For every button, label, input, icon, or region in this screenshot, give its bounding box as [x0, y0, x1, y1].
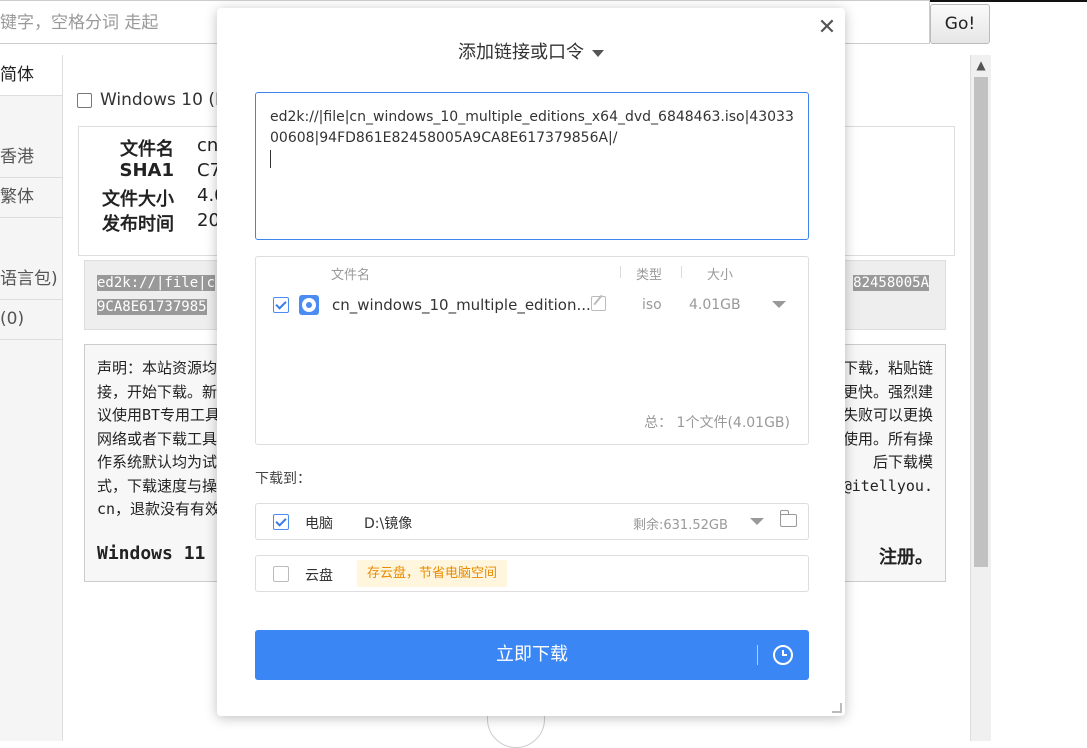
header-separator	[620, 266, 621, 278]
notice-strong-right: 注册。	[879, 547, 933, 568]
go-button[interactable]: Go!	[930, 4, 990, 44]
link-line-1: ed2k://|file|c	[97, 275, 216, 291]
file-type: iso	[642, 297, 662, 313]
folder-icon[interactable]	[779, 510, 797, 527]
nav-item-language-pack[interactable]: 语言包)	[0, 259, 62, 300]
cloud-checkbox[interactable]	[273, 566, 289, 582]
notice-line: 后下载模	[872, 453, 933, 471]
file-checkbox[interactable]	[273, 297, 289, 313]
nav-item-simplified[interactable]: 简体	[0, 55, 62, 96]
info-label-size: 文件大小	[102, 189, 174, 210]
free-space: 剩余:631.52GB	[633, 518, 728, 533]
download-to-label: 下载到：	[255, 471, 311, 487]
file-list: 文件名 类型 大小 cn_windows_10_multiple_edition…	[255, 256, 809, 445]
item-checkbox[interactable]	[77, 92, 92, 108]
link-input[interactable]: ed2k://|file|cn_windows_10_multiple_edit…	[255, 92, 809, 240]
notice-strong-left: Windows 11	[97, 543, 206, 564]
language-sidebar: 简体 香港 繁体 语言包) (0)	[0, 55, 62, 741]
notice-line: 下载，粘贴链	[842, 359, 933, 377]
header-filename: 文件名	[331, 268, 371, 283]
header-separator	[681, 266, 682, 278]
local-checkbox[interactable]	[273, 514, 289, 530]
dialog-title[interactable]: 添加链接或口令	[217, 38, 845, 64]
clock-icon[interactable]	[773, 645, 793, 665]
button-separator	[757, 645, 758, 665]
chevron-down-icon[interactable]	[750, 518, 764, 525]
item-title-row: Windows 10 (M	[77, 90, 230, 110]
file-summary: 总： 1个文件(4.01GB)	[644, 415, 790, 431]
info-label-date: 发布时间	[102, 214, 174, 235]
link-line-right: 82458005A	[853, 275, 929, 291]
notice-line: @itellyou.	[842, 476, 933, 495]
header-type: 类型	[636, 268, 663, 283]
close-icon[interactable]: ✕	[815, 16, 839, 40]
notice-text-right: 下载，粘贴链 更快。强烈建 失败可以更换 使用。所有操 后下载模 @itelly…	[843, 357, 933, 498]
link-line-2: 9CA8E61737985	[97, 299, 207, 315]
local-destination-row[interactable]: 电脑 D:\镜像 剩余:631.52GB	[255, 503, 809, 540]
chevron-down-icon[interactable]	[772, 301, 786, 308]
local-path[interactable]: D:\镜像	[364, 513, 412, 533]
cloud-label: 云盘	[305, 568, 333, 584]
scroll-up-arrow-icon[interactable]: ▲	[971, 55, 991, 75]
text-cursor	[270, 150, 271, 168]
page-scrollbar[interactable]: ▲	[970, 55, 991, 741]
file-size: 4.01GB	[689, 297, 741, 313]
edit-icon[interactable]	[591, 296, 606, 311]
cloud-tip-tag: 存云盘，节省电脑空间	[357, 560, 508, 587]
link-input-value: ed2k://|file|cn_windows_10_multiple_edit…	[270, 109, 794, 146]
download-button-label: 立即下载	[496, 644, 568, 665]
notice-line: 使用。所有操	[842, 429, 933, 448]
add-link-dialog: 添加链接或口令 ✕ ed2k://|file|cn_windows_10_mul…	[217, 8, 845, 716]
scroll-thumb[interactable]	[974, 77, 988, 567]
file-name: cn_windows_10_multiple_edition...	[332, 296, 591, 314]
dialog-title-text: 添加链接或口令	[458, 42, 584, 63]
notice-line: 更快。强烈建	[842, 382, 933, 401]
info-label-filename: 文件名	[120, 139, 174, 160]
disc-image-icon	[299, 295, 319, 315]
nav-item-traditional[interactable]: 繁体	[0, 177, 62, 218]
local-label: 电脑	[305, 516, 333, 532]
info-label-sha1: SHA1	[119, 160, 174, 181]
resize-grip-icon[interactable]	[832, 703, 842, 713]
nav-item-hongkong[interactable]: 香港	[0, 137, 62, 178]
caret-down-icon[interactable]	[592, 49, 604, 57]
nav-item-count[interactable]: (0)	[0, 299, 62, 340]
header-size: 大小	[707, 268, 734, 283]
cloud-destination-row[interactable]: 云盘 存云盘，节省电脑空间	[255, 555, 809, 592]
item-title[interactable]: Windows 10 (M	[100, 90, 230, 110]
download-now-button[interactable]: 立即下载	[255, 630, 809, 680]
notice-line: 失败可以更换	[842, 406, 933, 424]
